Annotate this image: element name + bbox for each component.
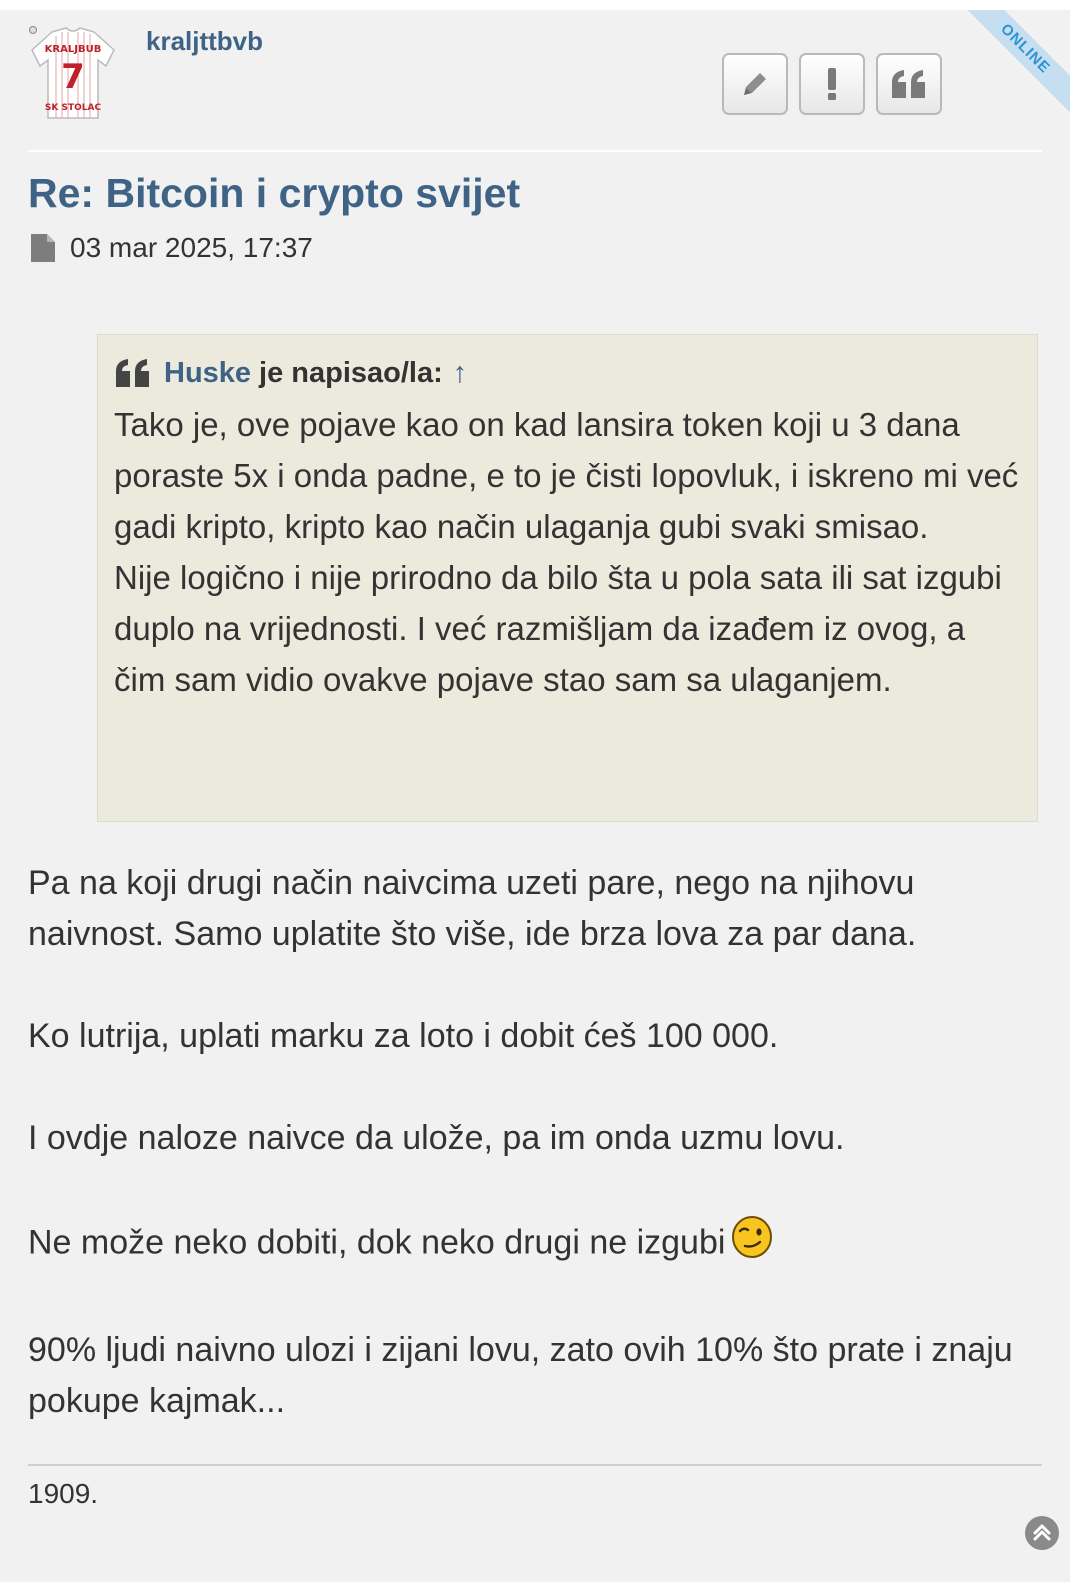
header-divider [28, 150, 1042, 152]
quote-text: Tako je, ove pojave kao on kad lansira t… [114, 399, 1021, 705]
post-date: 03 mar 2025, 17:37 [70, 232, 313, 263]
author-username[interactable]: kraljttbvb [146, 26, 263, 57]
quote-wrote-label: je napisao/la: [259, 356, 443, 389]
post-meta: 03 mar 2025, 17:37 [30, 232, 313, 264]
exclamation-icon [828, 68, 836, 100]
quote-button[interactable] [876, 53, 942, 115]
online-label: ONLINE [955, 10, 1070, 119]
body-paragraph: Ne može neko dobiti, dok neko drugi ne i… [28, 1223, 726, 1262]
body-paragraph-with-emoji: Ne može neko dobiti, dok neko drugi ne i… [28, 1215, 1038, 1274]
signature-divider [28, 1464, 1042, 1466]
body-paragraph: Pa na koji drugi način naivcima uzeti pa… [28, 864, 917, 953]
online-ribbon: ONLINE [950, 10, 1070, 130]
quote-paragraph: Tako je, ove pojave kao on kad lansira t… [114, 406, 1019, 545]
quote-icon [892, 70, 925, 98]
body-paragraph: Ko lutrija, uplati marku za loto i dobit… [28, 1017, 779, 1055]
chevron-up-icon [1033, 1524, 1051, 1541]
post-actions [722, 53, 942, 115]
body-paragraph: I ovdje naloze naivce da ulože, pa im on… [28, 1119, 845, 1157]
wink-emoji-icon [731, 1215, 773, 1274]
post-container: ONLINE KRALJBUB 7 SK STOLAC kraljttbvb R… [0, 10, 1070, 1582]
post-body: Pa na koji drugi način naivcima uzeti pa… [28, 858, 1038, 1427]
svg-text:7: 7 [61, 57, 85, 97]
jersey-icon: KRALJBUB 7 SK STOLAC [31, 27, 115, 119]
signature: 1909. [28, 1478, 99, 1509]
quote-paragraph: Nije logično i nije prirodno da bilo šta… [114, 559, 1002, 698]
svg-text:SK STOLAC: SK STOLAC [45, 103, 102, 113]
back-to-top-button[interactable] [1025, 1516, 1059, 1550]
document-icon[interactable] [30, 233, 56, 263]
quote-author-link[interactable]: Huske [164, 357, 251, 390]
edit-button[interactable] [722, 53, 788, 115]
quote-icon [116, 359, 149, 387]
svg-text:KRALJBUB: KRALJBUB [45, 44, 102, 55]
report-button[interactable] [799, 53, 865, 115]
avatar[interactable]: KRALJBUB 7 SK STOLAC [30, 26, 116, 124]
quote-header: Huske je napisao/la: ↑ [114, 353, 1021, 393]
quote-block: Huske je napisao/la: ↑ Tako je, ove poja… [97, 334, 1038, 822]
post-title[interactable]: Re: Bitcoin i crypto svijet [28, 170, 520, 217]
pencil-icon [744, 73, 766, 95]
quote-source-link[interactable]: ↑ [453, 357, 468, 390]
body-paragraph: 90% ljudi naivno ulozi i zijani lovu, za… [28, 1331, 1013, 1420]
